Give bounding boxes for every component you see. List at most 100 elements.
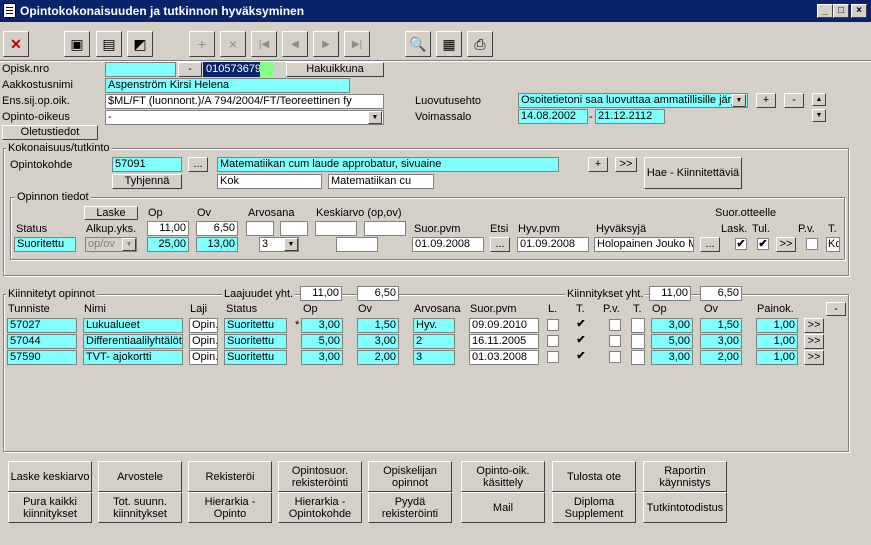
opintokohde-code-field[interactable]: 57091 (112, 157, 182, 172)
row-nimi[interactable]: Differentiaalilyhtälöt (83, 334, 183, 349)
row-arvosana[interactable]: 3 (413, 350, 455, 365)
opintokohde-short2-field[interactable]: Matematiikan cu (328, 174, 434, 189)
row-op2[interactable]: 5,00 (651, 334, 693, 349)
close-window-button[interactable]: × (851, 4, 867, 18)
first-record-icon[interactable]: |◀ (251, 31, 277, 57)
export-icon[interactable]: ◩ (127, 31, 153, 57)
arvosana-field-2[interactable] (280, 221, 308, 236)
tulosta-ote-button[interactable]: Tulosta ote (552, 461, 636, 492)
arvostele-button[interactable]: Arvostele (98, 461, 182, 492)
row-ov[interactable]: 2,00 (357, 350, 399, 365)
row-op2[interactable]: 3,00 (651, 350, 693, 365)
row-tunniste[interactable]: 57590 (7, 350, 77, 365)
row-laji[interactable]: Opin. (189, 350, 218, 365)
row-arvosana[interactable]: Hyv. (413, 318, 455, 333)
row-op2[interactable]: 3,00 (651, 318, 693, 333)
chevron-down-icon[interactable]: ▼ (732, 94, 746, 107)
diploma-supplement-button[interactable]: Diploma Supplement (552, 492, 636, 523)
chevron-down-icon[interactable]: ▼ (812, 109, 826, 122)
mail-button[interactable]: Mail (461, 492, 545, 523)
hierarkia-opinto-button[interactable]: Hierarkia - Opinto (188, 492, 272, 523)
ov2-field[interactable]: 13,00 (196, 237, 238, 252)
row-more-button[interactable]: >> (804, 350, 824, 365)
raportin-kaynnistys-button[interactable]: Raportin käynnistys (643, 461, 727, 492)
luovutus-add-button[interactable]: + (756, 93, 776, 108)
new-record-icon[interactable]: + (189, 31, 215, 57)
kiinnitetyt-remove-button[interactable]: - (826, 302, 846, 316)
pyyda-rekisterointi-button[interactable]: Pyydä rekisteröinti (368, 492, 452, 523)
row-t2-field[interactable] (631, 350, 645, 365)
status-field[interactable]: Suoritettu (14, 237, 76, 252)
row-t-checkbox[interactable]: ✔ (575, 351, 587, 363)
prev-record-icon[interactable]: ◀ (282, 31, 308, 57)
pura-kiinnitykset-button[interactable]: Pura kaikki kiinnitykset (8, 492, 92, 523)
row-nimi[interactable]: Lukualueet (83, 318, 183, 333)
opisk-dash-button[interactable]: - (178, 62, 202, 77)
kokonaisuus-add-button[interactable]: + (588, 157, 608, 172)
voimassa-from-field[interactable]: 14.08.2002 (518, 109, 588, 124)
row-pv-checkbox[interactable] (609, 351, 621, 363)
hyv-pvm-field[interactable]: 01.09.2008 (517, 237, 589, 252)
row-t2-field[interactable] (631, 318, 645, 333)
chevron-down-icon[interactable]: ▼ (368, 111, 382, 124)
close-icon[interactable]: ✕ (3, 31, 29, 57)
row-laji[interactable]: Opin. (189, 334, 218, 349)
chevron-down-icon[interactable]: ▼ (122, 238, 136, 251)
t-field[interactable]: Kc (826, 237, 840, 252)
row-arvosana[interactable]: 2 (413, 334, 455, 349)
row-laji[interactable]: Opin. (189, 318, 218, 333)
tyhjenna-button[interactable]: Tyhjennä (112, 174, 182, 189)
notes-icon[interactable]: ▦ (436, 31, 462, 57)
row-painok[interactable]: 1,00 (756, 334, 798, 349)
ens-field[interactable]: $ML/FT (luonnont.)/A 794/2004/FT/Teoreet… (105, 94, 384, 109)
hyvaksyja-lookup-button[interactable]: ... (700, 237, 720, 252)
row-pv-checkbox[interactable] (609, 335, 621, 347)
row-t-checkbox[interactable]: ✔ (575, 335, 587, 347)
row-suor[interactable]: 16.11.2005 (469, 334, 539, 349)
row-status[interactable]: Suoritettu (224, 334, 287, 349)
luovutus-remove-button[interactable]: - (784, 93, 804, 108)
row-t-checkbox[interactable]: ✔ (575, 319, 587, 331)
last-record-icon[interactable]: ▶| (344, 31, 370, 57)
chevron-up-icon[interactable]: ▲ (812, 93, 826, 106)
laske-button[interactable]: Laske (84, 206, 138, 220)
row-nimi[interactable]: TVT- ajokortti (83, 350, 183, 365)
maximize-button[interactable]: □ (833, 4, 849, 18)
lask-checkbox[interactable]: ✔ (735, 238, 747, 250)
row-status[interactable]: Suoritettu (224, 318, 287, 333)
opisk-input[interactable] (105, 62, 176, 77)
delete-record-icon[interactable]: × (220, 31, 246, 57)
op-field[interactable]: 11,00 (147, 221, 189, 236)
tul-checkbox[interactable]: ✔ (757, 238, 769, 250)
row-pv-checkbox[interactable] (609, 319, 621, 331)
opintokohde-name-field[interactable]: Matematiikan cum laude approbatur, sivua… (217, 157, 559, 172)
arvosana-field-1[interactable] (246, 221, 274, 236)
row-op[interactable]: 3,00 (301, 350, 343, 365)
row-t2-field[interactable] (631, 334, 645, 349)
opinto-oik-kasittely-button[interactable]: Opinto-oik. käsittely (461, 461, 545, 492)
row-tunniste[interactable]: 57027 (7, 318, 77, 333)
suor-pvm-field[interactable]: 01.09.2008 (412, 237, 484, 252)
aakkostus-field[interactable]: Aspenström Kirsi Helena (105, 78, 350, 93)
row-ov2[interactable]: 2,00 (700, 350, 742, 365)
row-l-checkbox[interactable] (547, 335, 559, 347)
op2-field[interactable]: 25,00 (147, 237, 189, 252)
opiskelijan-opinnot-button[interactable]: Opiskelijan opinnot (368, 461, 452, 492)
row-more-button[interactable]: >> (804, 318, 824, 333)
row-painok[interactable]: 1,00 (756, 318, 798, 333)
row-op[interactable]: 3,00 (301, 318, 343, 333)
etsi-button[interactable]: ... (490, 237, 510, 252)
keskiarvo-op-field[interactable] (315, 221, 357, 236)
rekisteroi-button[interactable]: Rekisteröi (188, 461, 272, 492)
row-op[interactable]: 5,00 (301, 334, 343, 349)
kokonaisuus-more-button[interactable]: >> (615, 157, 637, 172)
row-tunniste[interactable]: 57044 (7, 334, 77, 349)
print-icon[interactable]: ⎙ (467, 31, 493, 57)
row-l-checkbox[interactable] (547, 319, 559, 331)
tutkintotodistus-button[interactable]: Tutkintotodistus (643, 492, 727, 523)
ov-field[interactable]: 6,50 (196, 221, 238, 236)
keskiarvo-field[interactable] (336, 237, 378, 252)
row-painok[interactable]: 1,00 (756, 350, 798, 365)
row-suor[interactable]: 09.09.2010 (469, 318, 539, 333)
row-ov2[interactable]: 3,00 (700, 334, 742, 349)
